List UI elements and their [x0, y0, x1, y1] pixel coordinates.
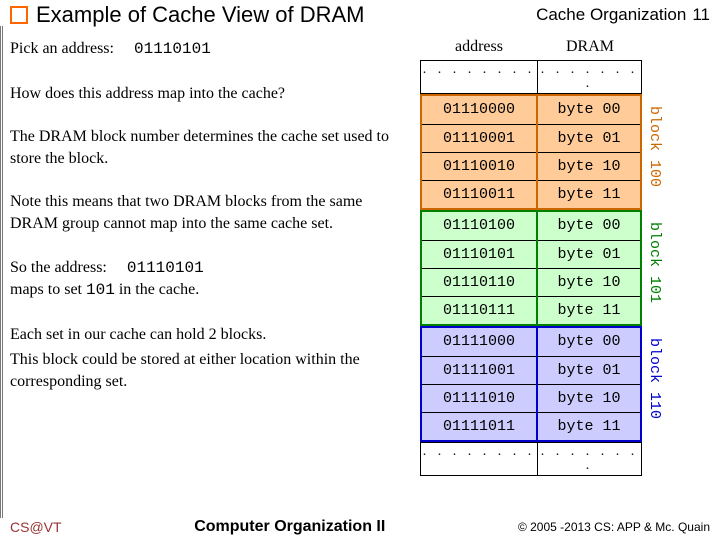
data-cell: byte 00: [538, 328, 640, 356]
ellipsis-top: . . . . . . . . . . . . . . . .: [420, 60, 710, 94]
footer: CS@VT Computer Organization II © 2005 -2…: [0, 518, 720, 536]
data-cell: byte 10: [538, 268, 640, 296]
maps-to-set-value: 101: [86, 281, 115, 299]
page-title: Example of Cache View of DRAM: [36, 2, 536, 28]
para-so-address: So the address: 01110101 maps to set 101…: [10, 257, 404, 302]
maps-to-set-suffix: in the cache.: [119, 281, 199, 298]
col-header-dram: DRAM: [538, 38, 642, 56]
data-cell: byte 10: [538, 384, 640, 412]
ellipsis-cell: . . . . . . . .: [538, 442, 642, 476]
block-101: 01110100 01110101 01110110 01110111 byte…: [420, 210, 710, 326]
footer-right: © 2005 -2013 CS: APP & Mc. Quain: [518, 520, 710, 534]
data-cell: byte 11: [538, 296, 640, 324]
so-address-value: 01110101: [127, 259, 204, 277]
ellipsis-cell: . . . . . . . .: [420, 60, 538, 94]
addr-cell: 01110111: [422, 296, 536, 324]
data-cell: byte 11: [538, 180, 640, 208]
title-bullet-icon: [10, 6, 28, 24]
pick-address-value: 01110101: [134, 40, 211, 58]
data-cell: byte 01: [538, 356, 640, 384]
block-label-100: block 100: [646, 106, 663, 187]
footer-left: CS@VT: [10, 519, 62, 535]
footer-center: Computer Organization II: [62, 518, 518, 536]
data-cell: byte 00: [538, 212, 640, 240]
addr-cell: 01110110: [422, 268, 536, 296]
data-cell: byte 11: [538, 412, 640, 440]
block-100: 01110000 01110001 01110010 01110011 byte…: [420, 94, 710, 210]
maps-to-set-prefix: maps to set: [10, 281, 82, 298]
addr-cell: 01111000: [422, 328, 536, 356]
data-cell: byte 10: [538, 152, 640, 180]
ellipsis-cell: . . . . . . . .: [538, 60, 642, 94]
para-note: Note this means that two DRAM blocks fro…: [10, 191, 404, 234]
header: Example of Cache View of DRAM Cache Orga…: [0, 0, 720, 38]
block-label-101: block 101: [646, 222, 663, 303]
body-text: Pick an address: 01110101 How does this …: [10, 38, 420, 476]
table-header: address DRAM: [420, 38, 710, 56]
col-header-address: address: [420, 38, 538, 56]
dram-table: address DRAM . . . . . . . . . . . . . .…: [420, 38, 710, 476]
page-number: 11: [692, 5, 710, 25]
section-name: Cache Organization: [536, 5, 686, 25]
addr-cell: 01111010: [422, 384, 536, 412]
ellipsis-bottom: . . . . . . . . . . . . . . . .: [420, 442, 710, 476]
addr-cell: 01111001: [422, 356, 536, 384]
ellipsis-cell: . . . . . . . .: [420, 442, 538, 476]
addr-cell: 01110011: [422, 180, 536, 208]
block-label-110: block 110: [646, 338, 663, 419]
addr-cell: 01110000: [422, 96, 536, 124]
pick-address-label: Pick an address:: [10, 40, 114, 57]
addr-cell: 01111011: [422, 412, 536, 440]
sidebar-rule: [0, 26, 3, 518]
so-address-prefix: So the address:: [10, 259, 107, 276]
addr-cell: 01110101: [422, 240, 536, 268]
block-110: 01111000 01111001 01111010 01111011 byte…: [420, 326, 710, 442]
addr-cell: 01110100: [422, 212, 536, 240]
para-block-number: The DRAM block number determines the cac…: [10, 126, 404, 169]
para-question: How does this address map into the cache…: [10, 83, 404, 105]
data-cell: byte 00: [538, 96, 640, 124]
data-cell: byte 01: [538, 240, 640, 268]
para-each-set: Each set in our cache can hold 2 blocks.: [10, 324, 404, 346]
addr-cell: 01110010: [422, 152, 536, 180]
para-stored-either: This block could be stored at either loc…: [10, 349, 404, 392]
para-pick-address: Pick an address: 01110101: [10, 38, 404, 61]
addr-cell: 01110001: [422, 124, 536, 152]
data-cell: byte 01: [538, 124, 640, 152]
